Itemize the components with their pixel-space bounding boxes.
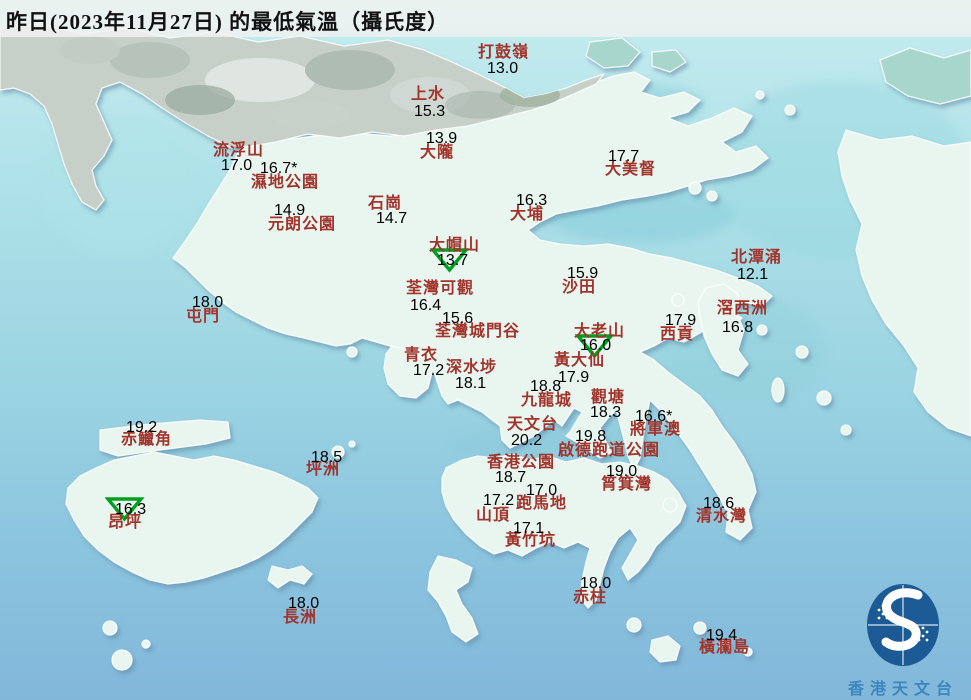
station-value: 18.7 (495, 469, 527, 486)
station-name: 濕地公園 (251, 174, 320, 191)
station-name: 上水 (411, 86, 446, 103)
station-name: 天文台 (507, 416, 559, 433)
station-value: 15.9 (567, 265, 599, 282)
station-name: 大隴 (420, 144, 455, 161)
station-value: 13.9 (426, 130, 458, 147)
station-name: 赤柱 (573, 589, 608, 606)
station-value: 14.7 (376, 210, 408, 227)
station-value: 17.2 (413, 362, 445, 379)
station-name: 屯門 (186, 308, 221, 325)
station-name: 北潭涌 (731, 249, 783, 266)
station-value: 19.4 (706, 627, 738, 644)
station-name: 九龍城 (521, 392, 573, 409)
station-value: 17.0 (221, 157, 253, 174)
station-value: 18.6 (703, 495, 735, 512)
min-temperature-map: 昨日(2023年11月27日) 的最低氣溫（攝氏度） 打鼓嶺 13.0 上水 15.3… (0, 0, 971, 700)
station-value: 16.7* (260, 160, 298, 177)
station-value: 18.8 (530, 378, 562, 395)
station-name: 西貢 (660, 326, 695, 343)
station-name: 滘西洲 (717, 300, 769, 317)
station-value: 12.1 (737, 266, 769, 283)
station-value: 17.0 (526, 482, 558, 499)
station-value: 16.8 (722, 319, 754, 336)
station-value: 18.0 (192, 294, 224, 311)
station-value: 18.1 (455, 375, 487, 392)
station-value: 17.7 (608, 148, 640, 165)
hko-logo-chinese-name: 香港天文台 (847, 681, 958, 698)
station-value: 16.6* (635, 408, 673, 425)
station-value: 18.0 (580, 575, 612, 592)
station-name: 黃大仙 (554, 352, 606, 369)
station-value: 18.0 (288, 595, 320, 612)
station-name: 山頂 (476, 507, 511, 524)
station-name: 啟德跑道公園 (558, 442, 661, 459)
station-name: 荃灣可觀 (406, 280, 475, 297)
station-value: 17.9 (665, 312, 697, 329)
station-value: 19.2 (126, 419, 158, 436)
station-value: 15.6 (442, 310, 474, 327)
hko-logo: 香港天文台 HONG KONG OBSERVATORY (838, 582, 971, 700)
station-value: 13.7 (437, 252, 469, 269)
station-value: 13.0 (487, 60, 519, 77)
station-name: 沙田 (562, 279, 597, 296)
station-value: 19.0 (606, 463, 638, 480)
station-name: 元朗公園 (268, 216, 337, 233)
station-value: 19.8 (575, 428, 607, 445)
station-value: 18.5 (311, 449, 343, 466)
station-value: 18.3 (590, 404, 622, 421)
station-value: 20.2 (511, 432, 543, 449)
station-value: 17.9 (558, 369, 590, 386)
station-name: 打鼓嶺 (478, 44, 530, 61)
station-value: 16.4 (410, 297, 442, 314)
station-name: 深水埗 (446, 359, 498, 376)
station-value: 16.3 (115, 501, 147, 518)
station-name: 大埔 (510, 206, 545, 223)
station-value: 17.1 (513, 520, 545, 537)
station-value: 17.2 (483, 492, 515, 509)
station-value: 16.3 (516, 192, 548, 209)
station-value: 14.9 (274, 202, 306, 219)
hko-logo-icon (867, 584, 939, 666)
station-name: 長洲 (283, 609, 318, 626)
station-labels-layer: 打鼓嶺 13.0 上水 15.3 大隴 13.9 大美督 17.7 流浮山 17.0 濕地公園 16.… (0, 0, 971, 700)
station-value: 15.3 (414, 103, 446, 120)
